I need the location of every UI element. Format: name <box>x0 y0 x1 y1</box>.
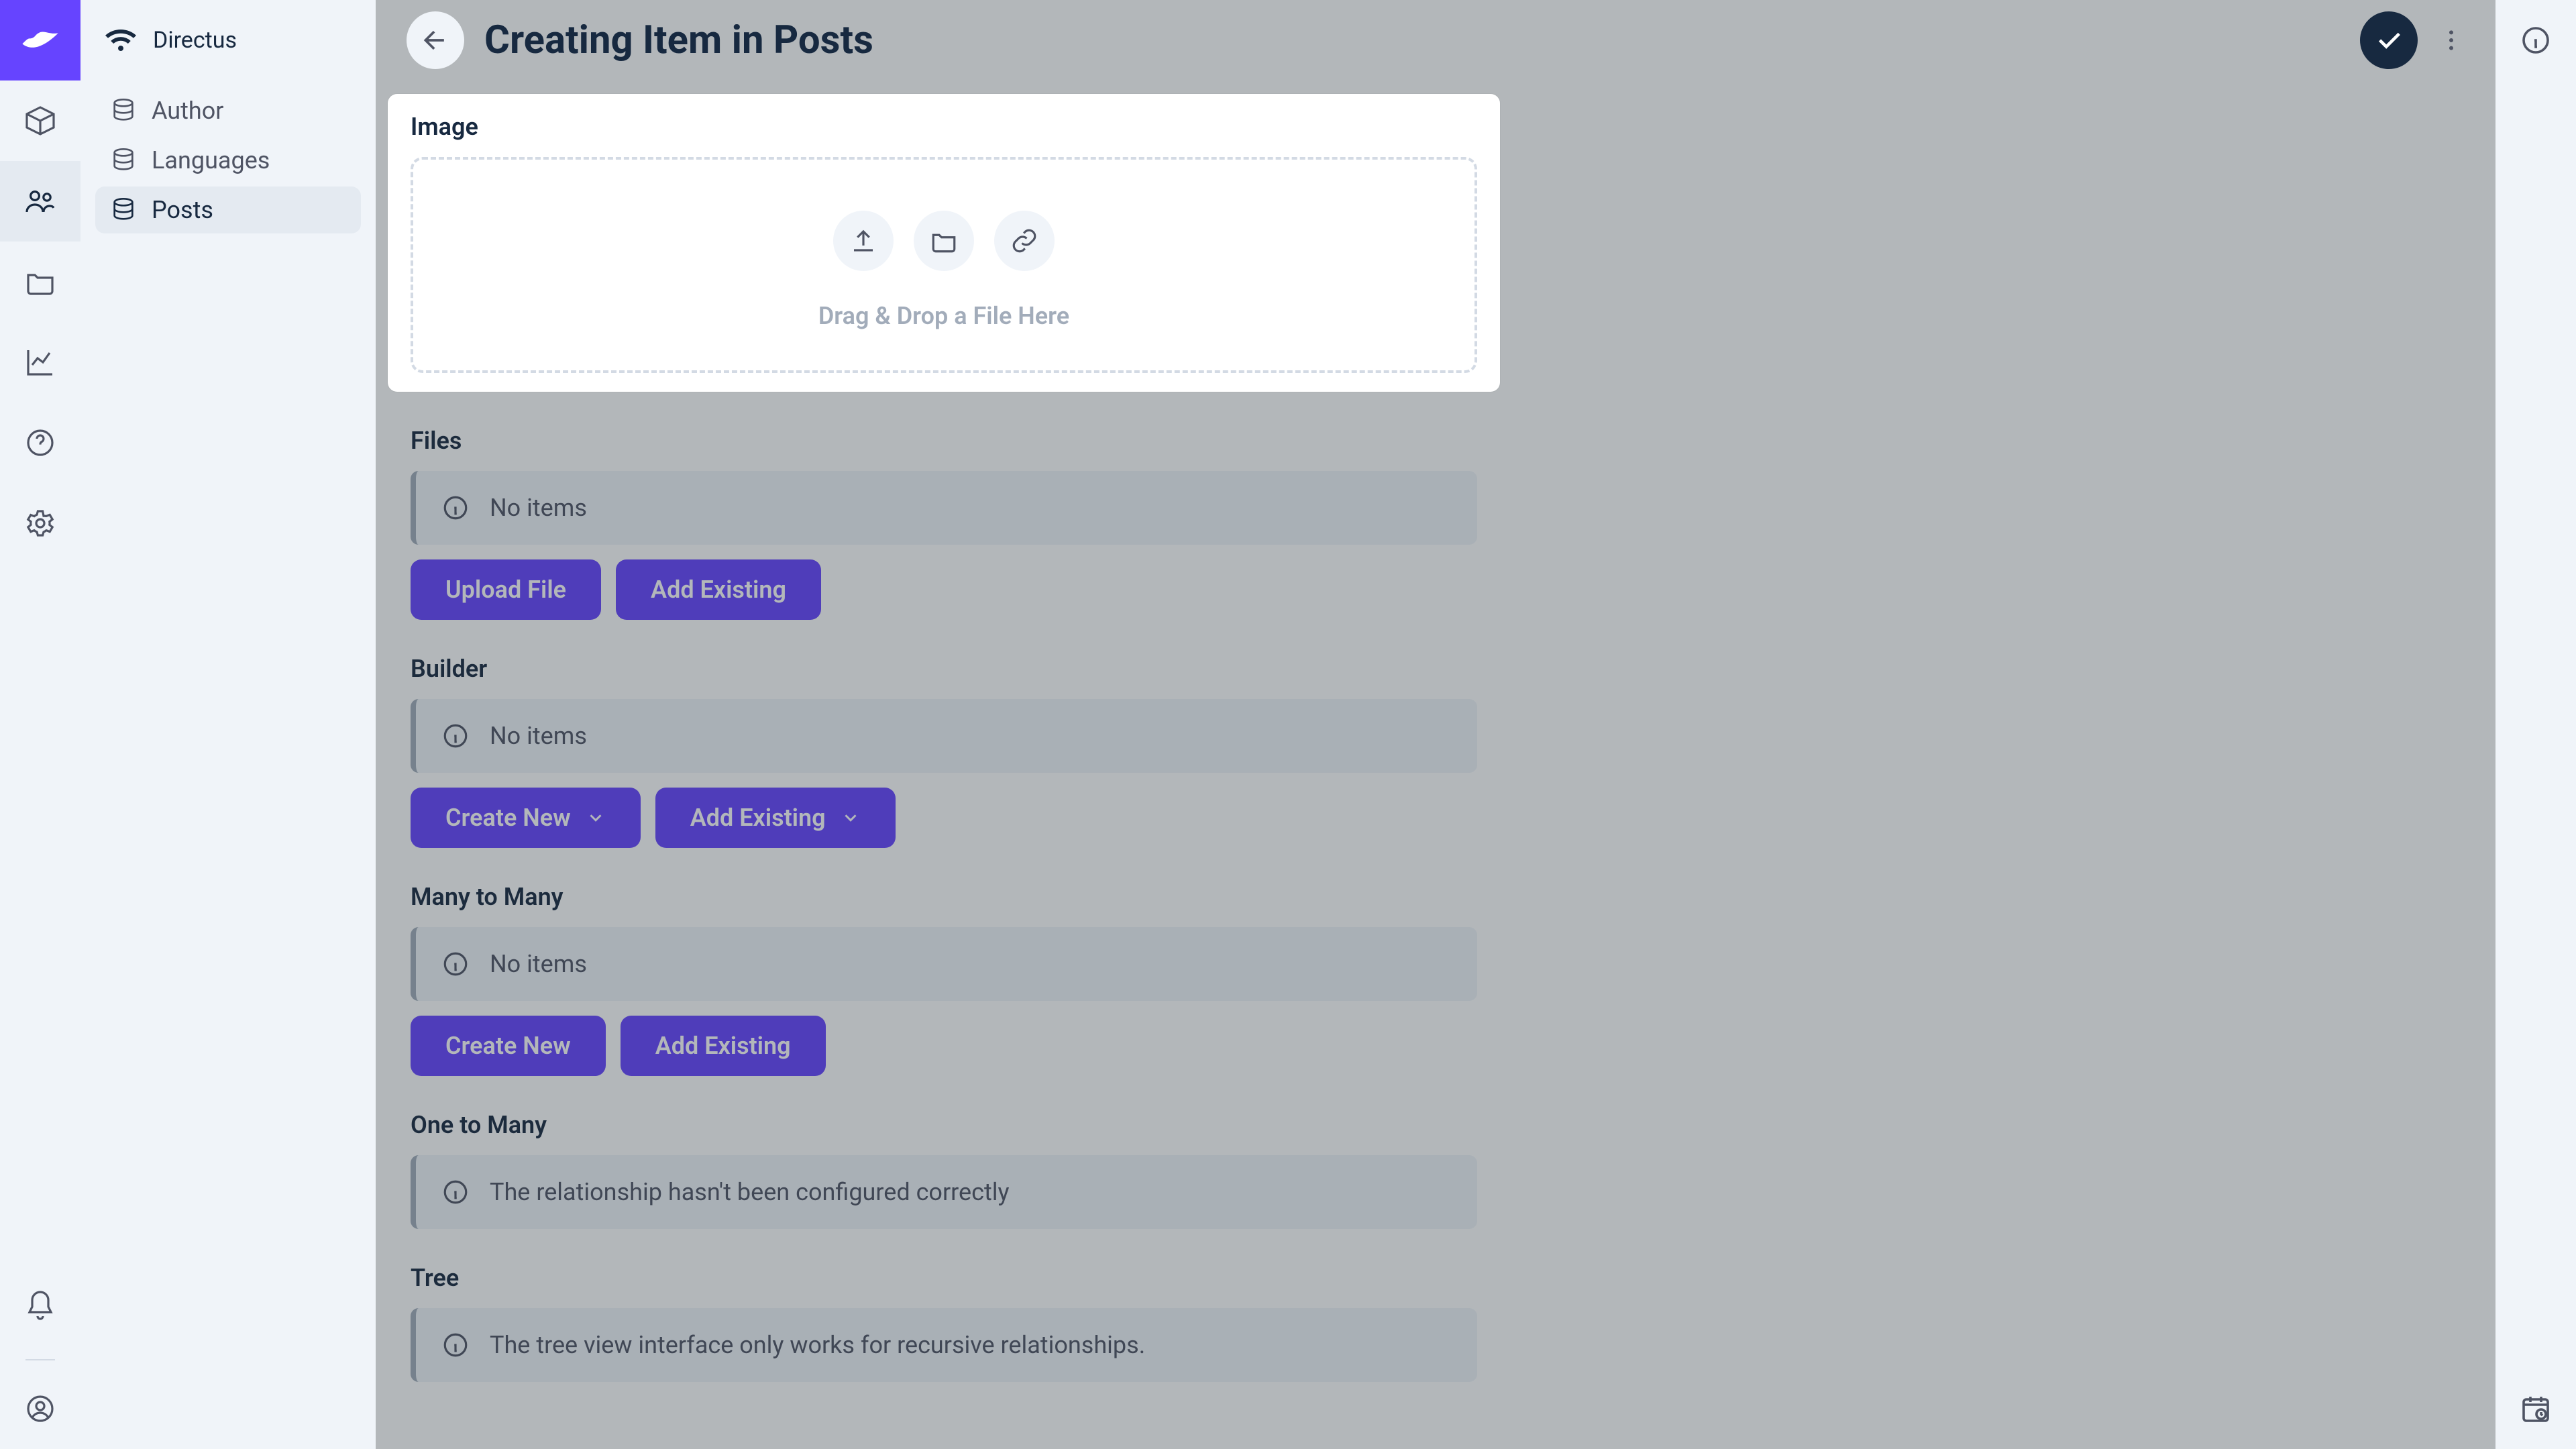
rail-item-account[interactable] <box>0 1368 80 1449</box>
wifi-icon <box>105 24 137 56</box>
nav-rail <box>0 0 80 1449</box>
right-rail-revisions[interactable] <box>2496 1368 2576 1449</box>
upload-icon <box>849 227 877 255</box>
rail-divider <box>25 1359 55 1360</box>
link-icon <box>1010 227 1038 255</box>
info-icon <box>2520 24 2552 56</box>
arrow-left-icon <box>421 25 450 55</box>
right-rail-info[interactable] <box>2496 0 2576 80</box>
back-button[interactable] <box>407 11 464 69</box>
sidebar-item-label: Posts <box>152 196 213 224</box>
check-icon <box>2373 25 2404 56</box>
brand-logo[interactable] <box>0 0 80 80</box>
page-title: Creating Item in Posts <box>484 17 873 63</box>
more-button[interactable] <box>2438 11 2465 69</box>
rail-item-docs[interactable] <box>0 402 80 483</box>
image-dropzone[interactable]: Drag & Drop a File Here <box>411 157 1477 373</box>
right-rail <box>2496 0 2576 1449</box>
database-icon <box>110 197 137 223</box>
sidebar: Directus Author Languages Posts <box>80 0 376 1449</box>
choose-from-library-button[interactable] <box>914 211 974 271</box>
rail-item-files[interactable] <box>0 241 80 322</box>
rail-item-settings[interactable] <box>0 483 80 564</box>
more-vertical-icon <box>2438 27 2465 54</box>
import-from-url-button[interactable] <box>994 211 1055 271</box>
rail-item-insights[interactable] <box>0 322 80 402</box>
main: Creating Item in Posts Image <box>376 0 2496 1449</box>
brand-name: Directus <box>153 27 237 54</box>
rail-item-notifications[interactable] <box>0 1265 80 1346</box>
sidebar-item-posts[interactable]: Posts <box>95 186 361 233</box>
sidebar-item-label: Author <box>152 97 223 125</box>
sidebar-list: Author Languages Posts <box>80 80 376 233</box>
section-image: Image Drag & Drop a File Here <box>388 94 1500 392</box>
calendar-icon <box>2520 1393 2552 1425</box>
rail-item-content[interactable] <box>0 80 80 161</box>
main-header: Creating Item in Posts <box>376 0 2496 80</box>
save-button[interactable] <box>2360 11 2418 69</box>
database-icon <box>110 147 137 174</box>
dropzone-text: Drag & Drop a File Here <box>818 302 1069 330</box>
folder-icon <box>930 227 958 255</box>
sidebar-header: Directus <box>80 0 376 80</box>
dropzone-icons <box>833 211 1055 271</box>
sidebar-item-author[interactable]: Author <box>95 87 361 134</box>
rail-item-users[interactable] <box>0 161 80 241</box>
section-label-image: Image <box>411 113 1477 141</box>
sidebar-item-languages[interactable]: Languages <box>95 137 361 184</box>
sidebar-item-label: Languages <box>152 146 270 174</box>
upload-from-device-button[interactable] <box>833 211 894 271</box>
database-icon <box>110 97 137 124</box>
